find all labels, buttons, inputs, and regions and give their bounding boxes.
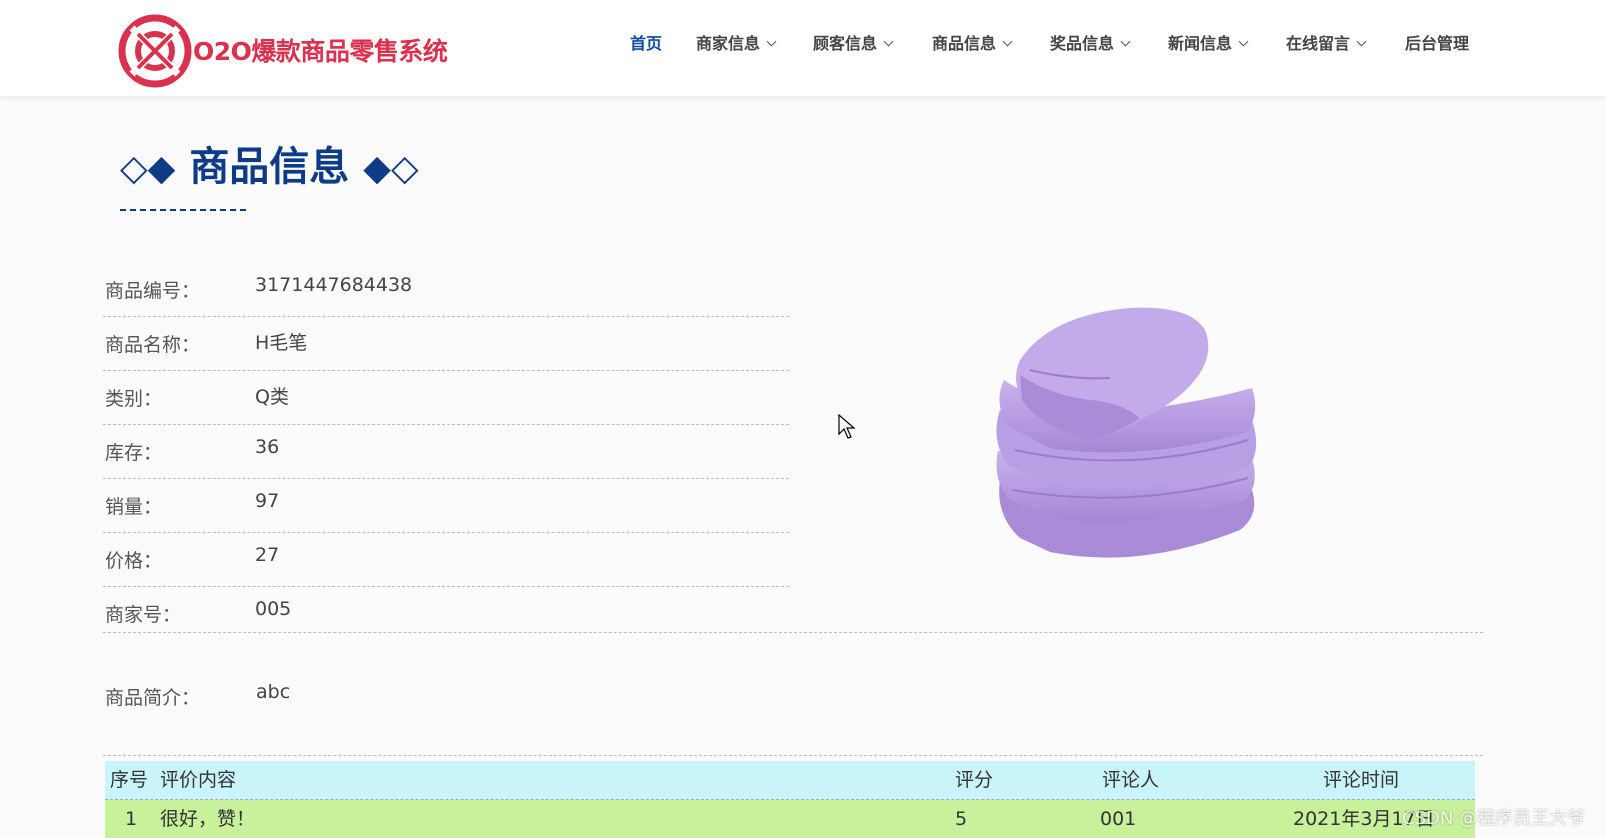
detail-label: 商品名称： xyxy=(105,334,201,356)
nav-customer[interactable]: 顾客信息 xyxy=(813,30,894,58)
nav-home[interactable]: 首页 xyxy=(630,30,662,58)
detail-row-id: 商品编号： 3171447684438 xyxy=(103,262,789,317)
chevron-down-icon xyxy=(1356,36,1367,47)
intro-value: abc xyxy=(256,681,291,703)
nav-merchant-label: 商家信息 xyxy=(696,34,761,53)
nav-prize[interactable]: 奖品信息 xyxy=(1050,30,1131,58)
intro-label: 商品简介： xyxy=(105,687,201,709)
detail-value: 36 xyxy=(255,436,280,458)
title-decoration-left: ◇◆ xyxy=(120,148,176,189)
detail-value: Q类 xyxy=(255,386,289,408)
cell-index: 1 xyxy=(125,808,138,830)
detail-row-sales: 销量： 97 xyxy=(103,478,789,533)
logo-icon[interactable] xyxy=(118,14,192,88)
divider xyxy=(103,755,1483,756)
nav-news-label: 新闻信息 xyxy=(1168,34,1233,53)
nav-product-label: 商品信息 xyxy=(932,34,997,53)
nav-message[interactable]: 在线留言 xyxy=(1286,30,1367,58)
page-title-text: 商品信息 xyxy=(189,144,350,190)
detail-row-category: 类别： Q类 xyxy=(103,370,789,425)
nav-customer-label: 顾客信息 xyxy=(813,34,878,53)
watermark: CSDN @程序员王大爷 xyxy=(1402,808,1586,829)
detail-value: 97 xyxy=(255,490,280,512)
detail-value: 3171447684438 xyxy=(255,274,413,296)
chevron-down-icon xyxy=(1238,36,1249,47)
col-header-time: 评论时间 xyxy=(1323,769,1400,791)
cell-reviewer: 001 xyxy=(1100,808,1137,830)
brand-name[interactable]: O2O爆款商品零售系统 xyxy=(193,32,448,68)
table-row: 1 很好，赞！ 5 001 2021年3月17日 xyxy=(105,800,1475,838)
review-table: 序号 评价内容 评分 评论人 评论时间 1 很好，赞！ 5 001 2021年3… xyxy=(105,761,1475,838)
col-header-score: 评分 xyxy=(955,769,994,791)
divider xyxy=(103,632,1483,633)
chevron-down-icon xyxy=(883,36,894,47)
nav-admin[interactable]: 后台管理 xyxy=(1405,30,1469,58)
mouse-cursor-icon xyxy=(838,414,856,439)
detail-value: 27 xyxy=(255,544,280,566)
detail-label: 销量： xyxy=(105,496,163,518)
detail-label: 类别： xyxy=(105,388,163,410)
nav-prize-label: 奖品信息 xyxy=(1050,34,1115,53)
detail-row-stock: 库存： 36 xyxy=(103,424,789,479)
nav-news[interactable]: 新闻信息 xyxy=(1168,30,1249,58)
detail-label: 价格： xyxy=(105,550,163,572)
detail-label: 商品编号： xyxy=(105,280,201,302)
detail-label: 商家号： xyxy=(105,604,182,626)
detail-row-price: 价格： 27 xyxy=(103,532,789,587)
detail-value: H毛笔 xyxy=(255,332,308,354)
chevron-down-icon xyxy=(766,36,777,47)
title-decoration-right: ◆◇ xyxy=(363,148,419,189)
col-header-content: 评价内容 xyxy=(160,769,237,791)
cell-content: 很好，赞！ xyxy=(160,808,256,830)
page-title: ◇◆ 商品信息 ◆◇ xyxy=(120,140,419,194)
detail-row-name: 商品名称： H毛笔 xyxy=(103,316,789,371)
table-header-row: 序号 评价内容 评分 评论人 评论时间 xyxy=(105,761,1475,800)
detail-value: 005 xyxy=(255,598,292,620)
detail-label: 库存： xyxy=(105,442,163,464)
cell-score: 5 xyxy=(955,808,968,830)
col-header-reviewer: 评论人 xyxy=(1102,769,1160,791)
nav-home-label: 首页 xyxy=(630,34,663,53)
top-header: O2O爆款商品零售系统 首页 商家信息 顾客信息 商品信息 奖品信息 新闻信息 … xyxy=(0,0,1606,96)
col-header-index: 序号 xyxy=(110,769,149,791)
nav-product[interactable]: 商品信息 xyxy=(932,30,1013,58)
product-image[interactable] xyxy=(990,300,1280,580)
nav-merchant[interactable]: 商家信息 xyxy=(696,30,777,58)
chevron-down-icon xyxy=(1120,36,1131,47)
nav-message-label: 在线留言 xyxy=(1286,34,1351,53)
nav-admin-label: 后台管理 xyxy=(1405,34,1470,53)
title-underline xyxy=(120,209,246,211)
chevron-down-icon xyxy=(1002,36,1013,47)
